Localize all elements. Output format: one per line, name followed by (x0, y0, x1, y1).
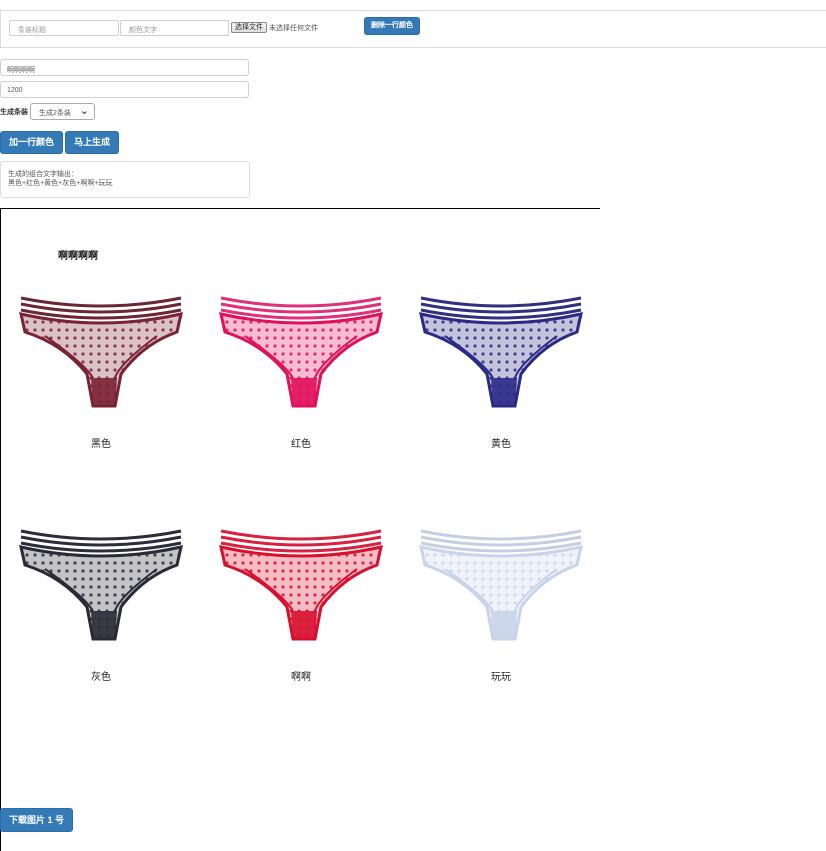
canvas-title: 啊啊啊啊 (58, 251, 98, 262)
chevron-down-icon: ⌄ (79, 105, 89, 117)
file-status-text: 未选择任何文件 (269, 25, 318, 32)
width-field[interactable]: 1200 (0, 81, 249, 98)
product-image (15, 527, 187, 647)
generate-button[interactable]: 马上生成 (65, 131, 119, 154)
preview-canvas: 啊啊啊啊 黑色 红色 黄色灰色 啊啊 玩玩 (0, 208, 600, 851)
product-color-label: 黑色 (91, 439, 111, 450)
product-image (215, 294, 387, 414)
product-image (415, 294, 587, 414)
color-text-input[interactable]: 颜色文字 (120, 20, 229, 36)
download-image-button[interactable]: 下载图片 1 号 (0, 808, 73, 832)
product-color-label: 玩玩 (491, 672, 511, 683)
delete-color-row-button[interactable]: 删除一行颜色 (364, 17, 420, 35)
product-color-label: 灰色 (91, 672, 111, 683)
product-image (415, 527, 587, 647)
title-field[interactable]: 啊啊啊啊 (0, 59, 249, 76)
count-select-value: 生成2条装 (39, 110, 71, 117)
output-text: 黑色+红色+黄色+灰色+啊啊+玩玩 (8, 180, 113, 187)
product-color-label: 红色 (291, 439, 311, 450)
count-select[interactable]: 生成2条装 ⌄ (30, 103, 95, 120)
product-color-label: 啊啊 (291, 672, 311, 683)
product-image (215, 527, 387, 647)
output-label: 生成的组合文字输出： (8, 171, 78, 178)
product-image (15, 294, 187, 414)
count-label: 生成条装 (0, 109, 28, 116)
title-input[interactable]: 条装标题 (9, 20, 119, 36)
add-color-row-button[interactable]: 加一行颜色 (0, 131, 63, 154)
product-color-label: 黄色 (491, 439, 511, 450)
color-row-toolbar: 条装标题 颜色文字 选择文件 未选择任何文件 删除一行颜色 (0, 10, 826, 48)
choose-file-button[interactable]: 选择文件 (231, 22, 267, 33)
output-box: 生成的组合文字输出： 黑色+红色+黄色+灰色+啊啊+玩玩 (0, 161, 250, 198)
